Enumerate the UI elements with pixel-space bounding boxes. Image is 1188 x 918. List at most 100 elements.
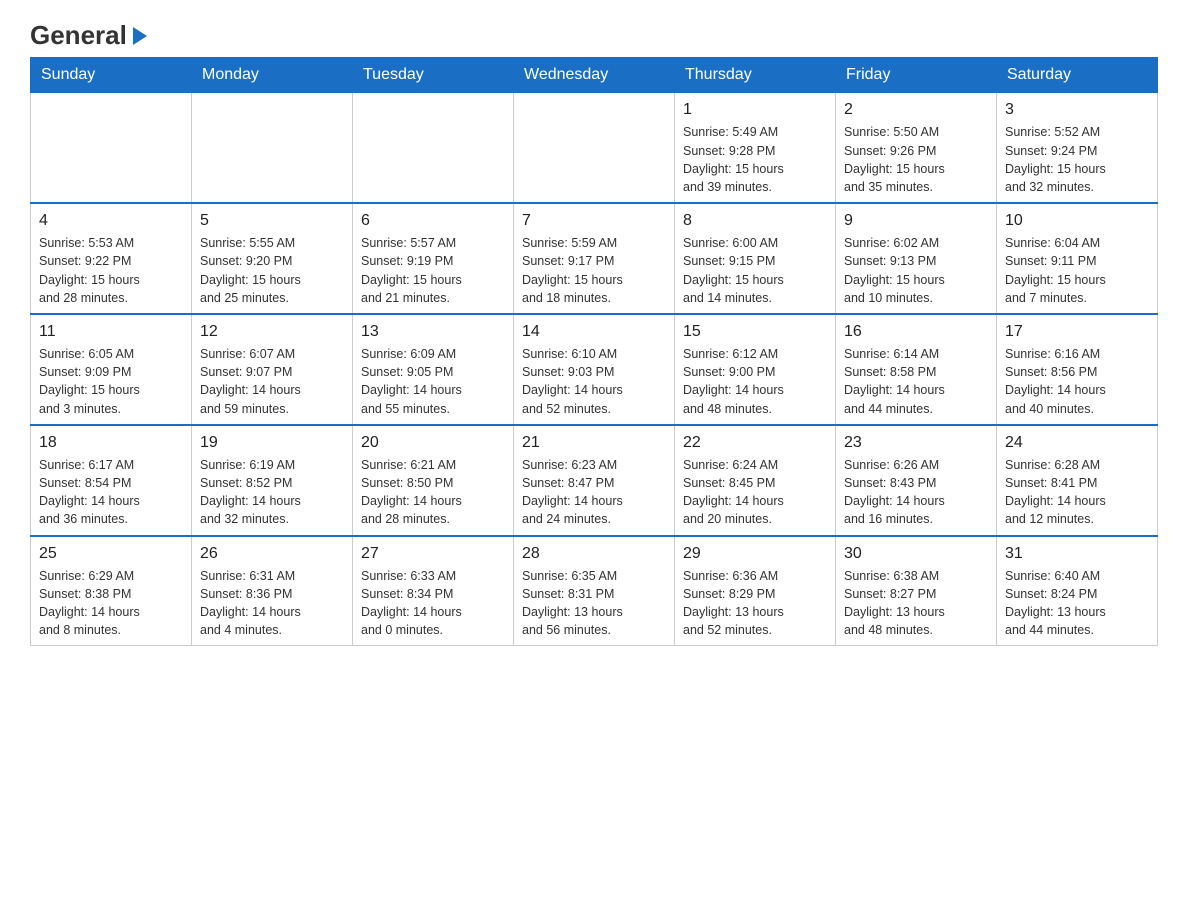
calendar-day-cell: 16Sunrise: 6:14 AM Sunset: 8:58 PM Dayli…: [836, 314, 997, 425]
day-number: 4: [39, 210, 183, 232]
calendar-day-cell: 19Sunrise: 6:19 AM Sunset: 8:52 PM Dayli…: [192, 425, 353, 536]
day-info: Sunrise: 5:49 AM Sunset: 9:28 PM Dayligh…: [683, 123, 827, 196]
day-info: Sunrise: 6:07 AM Sunset: 9:07 PM Dayligh…: [200, 345, 344, 418]
calendar-day-cell: 23Sunrise: 6:26 AM Sunset: 8:43 PM Dayli…: [836, 425, 997, 536]
weekday-header-saturday: Saturday: [997, 58, 1158, 93]
day-number: 31: [1005, 543, 1149, 565]
weekday-header-sunday: Sunday: [31, 58, 192, 93]
calendar-day-cell: [31, 93, 192, 203]
day-number: 2: [844, 99, 988, 121]
page-header: General: [30, 20, 1158, 47]
day-number: 7: [522, 210, 666, 232]
day-number: 16: [844, 321, 988, 343]
day-number: 27: [361, 543, 505, 565]
day-info: Sunrise: 6:28 AM Sunset: 8:41 PM Dayligh…: [1005, 456, 1149, 529]
calendar-day-cell: 31Sunrise: 6:40 AM Sunset: 8:24 PM Dayli…: [997, 536, 1158, 646]
calendar-day-cell: 9Sunrise: 6:02 AM Sunset: 9:13 PM Daylig…: [836, 203, 997, 314]
day-info: Sunrise: 5:50 AM Sunset: 9:26 PM Dayligh…: [844, 123, 988, 196]
day-info: Sunrise: 6:21 AM Sunset: 8:50 PM Dayligh…: [361, 456, 505, 529]
calendar-week-row: 25Sunrise: 6:29 AM Sunset: 8:38 PM Dayli…: [31, 536, 1158, 646]
day-info: Sunrise: 6:19 AM Sunset: 8:52 PM Dayligh…: [200, 456, 344, 529]
day-info: Sunrise: 6:00 AM Sunset: 9:15 PM Dayligh…: [683, 234, 827, 307]
day-info: Sunrise: 6:31 AM Sunset: 8:36 PM Dayligh…: [200, 567, 344, 640]
calendar-day-cell: 30Sunrise: 6:38 AM Sunset: 8:27 PM Dayli…: [836, 536, 997, 646]
calendar-day-cell: 8Sunrise: 6:00 AM Sunset: 9:15 PM Daylig…: [675, 203, 836, 314]
calendar-day-cell: 17Sunrise: 6:16 AM Sunset: 8:56 PM Dayli…: [997, 314, 1158, 425]
day-info: Sunrise: 6:36 AM Sunset: 8:29 PM Dayligh…: [683, 567, 827, 640]
calendar-week-row: 18Sunrise: 6:17 AM Sunset: 8:54 PM Dayli…: [31, 425, 1158, 536]
day-info: Sunrise: 6:10 AM Sunset: 9:03 PM Dayligh…: [522, 345, 666, 418]
calendar-table: SundayMondayTuesdayWednesdayThursdayFrid…: [30, 57, 1158, 646]
calendar-day-cell: 26Sunrise: 6:31 AM Sunset: 8:36 PM Dayli…: [192, 536, 353, 646]
day-number: 1: [683, 99, 827, 121]
day-number: 23: [844, 432, 988, 454]
day-number: 29: [683, 543, 827, 565]
logo: General: [30, 20, 151, 47]
day-number: 20: [361, 432, 505, 454]
calendar-day-cell: 2Sunrise: 5:50 AM Sunset: 9:26 PM Daylig…: [836, 93, 997, 203]
day-number: 11: [39, 321, 183, 343]
day-number: 5: [200, 210, 344, 232]
day-info: Sunrise: 6:02 AM Sunset: 9:13 PM Dayligh…: [844, 234, 988, 307]
day-info: Sunrise: 6:04 AM Sunset: 9:11 PM Dayligh…: [1005, 234, 1149, 307]
calendar-day-cell: 6Sunrise: 5:57 AM Sunset: 9:19 PM Daylig…: [353, 203, 514, 314]
calendar-week-row: 11Sunrise: 6:05 AM Sunset: 9:09 PM Dayli…: [31, 314, 1158, 425]
day-number: 25: [39, 543, 183, 565]
calendar-day-cell: 18Sunrise: 6:17 AM Sunset: 8:54 PM Dayli…: [31, 425, 192, 536]
logo-flag-icon: [129, 25, 151, 47]
day-number: 3: [1005, 99, 1149, 121]
day-number: 14: [522, 321, 666, 343]
calendar-day-cell: 4Sunrise: 5:53 AM Sunset: 9:22 PM Daylig…: [31, 203, 192, 314]
calendar-week-row: 4Sunrise: 5:53 AM Sunset: 9:22 PM Daylig…: [31, 203, 1158, 314]
day-info: Sunrise: 6:09 AM Sunset: 9:05 PM Dayligh…: [361, 345, 505, 418]
calendar-day-cell: [192, 93, 353, 203]
day-info: Sunrise: 6:29 AM Sunset: 8:38 PM Dayligh…: [39, 567, 183, 640]
day-number: 18: [39, 432, 183, 454]
calendar-day-cell: 21Sunrise: 6:23 AM Sunset: 8:47 PM Dayli…: [514, 425, 675, 536]
day-info: Sunrise: 6:40 AM Sunset: 8:24 PM Dayligh…: [1005, 567, 1149, 640]
day-number: 12: [200, 321, 344, 343]
calendar-day-cell: [353, 93, 514, 203]
day-number: 10: [1005, 210, 1149, 232]
day-number: 13: [361, 321, 505, 343]
day-info: Sunrise: 5:57 AM Sunset: 9:19 PM Dayligh…: [361, 234, 505, 307]
day-number: 8: [683, 210, 827, 232]
calendar-day-cell: 28Sunrise: 6:35 AM Sunset: 8:31 PM Dayli…: [514, 536, 675, 646]
calendar-day-cell: 20Sunrise: 6:21 AM Sunset: 8:50 PM Dayli…: [353, 425, 514, 536]
weekday-header-thursday: Thursday: [675, 58, 836, 93]
day-info: Sunrise: 6:26 AM Sunset: 8:43 PM Dayligh…: [844, 456, 988, 529]
day-number: 21: [522, 432, 666, 454]
calendar-week-row: 1Sunrise: 5:49 AM Sunset: 9:28 PM Daylig…: [31, 93, 1158, 203]
day-info: Sunrise: 6:17 AM Sunset: 8:54 PM Dayligh…: [39, 456, 183, 529]
day-info: Sunrise: 5:59 AM Sunset: 9:17 PM Dayligh…: [522, 234, 666, 307]
calendar-day-cell: 25Sunrise: 6:29 AM Sunset: 8:38 PM Dayli…: [31, 536, 192, 646]
day-info: Sunrise: 6:24 AM Sunset: 8:45 PM Dayligh…: [683, 456, 827, 529]
calendar-day-cell: 27Sunrise: 6:33 AM Sunset: 8:34 PM Dayli…: [353, 536, 514, 646]
calendar-day-cell: 3Sunrise: 5:52 AM Sunset: 9:24 PM Daylig…: [997, 93, 1158, 203]
day-info: Sunrise: 6:38 AM Sunset: 8:27 PM Dayligh…: [844, 567, 988, 640]
day-info: Sunrise: 5:55 AM Sunset: 9:20 PM Dayligh…: [200, 234, 344, 307]
calendar-day-cell: 1Sunrise: 5:49 AM Sunset: 9:28 PM Daylig…: [675, 93, 836, 203]
calendar-day-cell: 22Sunrise: 6:24 AM Sunset: 8:45 PM Dayli…: [675, 425, 836, 536]
day-info: Sunrise: 5:52 AM Sunset: 9:24 PM Dayligh…: [1005, 123, 1149, 196]
day-number: 24: [1005, 432, 1149, 454]
logo-general: General: [30, 20, 127, 51]
weekday-header-wednesday: Wednesday: [514, 58, 675, 93]
day-info: Sunrise: 6:12 AM Sunset: 9:00 PM Dayligh…: [683, 345, 827, 418]
weekday-header-friday: Friday: [836, 58, 997, 93]
day-number: 28: [522, 543, 666, 565]
calendar-day-cell: 15Sunrise: 6:12 AM Sunset: 9:00 PM Dayli…: [675, 314, 836, 425]
day-number: 26: [200, 543, 344, 565]
day-info: Sunrise: 6:05 AM Sunset: 9:09 PM Dayligh…: [39, 345, 183, 418]
day-info: Sunrise: 6:14 AM Sunset: 8:58 PM Dayligh…: [844, 345, 988, 418]
day-number: 9: [844, 210, 988, 232]
calendar-day-cell: 24Sunrise: 6:28 AM Sunset: 8:41 PM Dayli…: [997, 425, 1158, 536]
calendar-day-cell: 5Sunrise: 5:55 AM Sunset: 9:20 PM Daylig…: [192, 203, 353, 314]
day-info: Sunrise: 6:33 AM Sunset: 8:34 PM Dayligh…: [361, 567, 505, 640]
weekday-header-monday: Monday: [192, 58, 353, 93]
day-info: Sunrise: 6:16 AM Sunset: 8:56 PM Dayligh…: [1005, 345, 1149, 418]
weekday-header-row: SundayMondayTuesdayWednesdayThursdayFrid…: [31, 58, 1158, 93]
day-number: 17: [1005, 321, 1149, 343]
day-info: Sunrise: 5:53 AM Sunset: 9:22 PM Dayligh…: [39, 234, 183, 307]
calendar-day-cell: 7Sunrise: 5:59 AM Sunset: 9:17 PM Daylig…: [514, 203, 675, 314]
